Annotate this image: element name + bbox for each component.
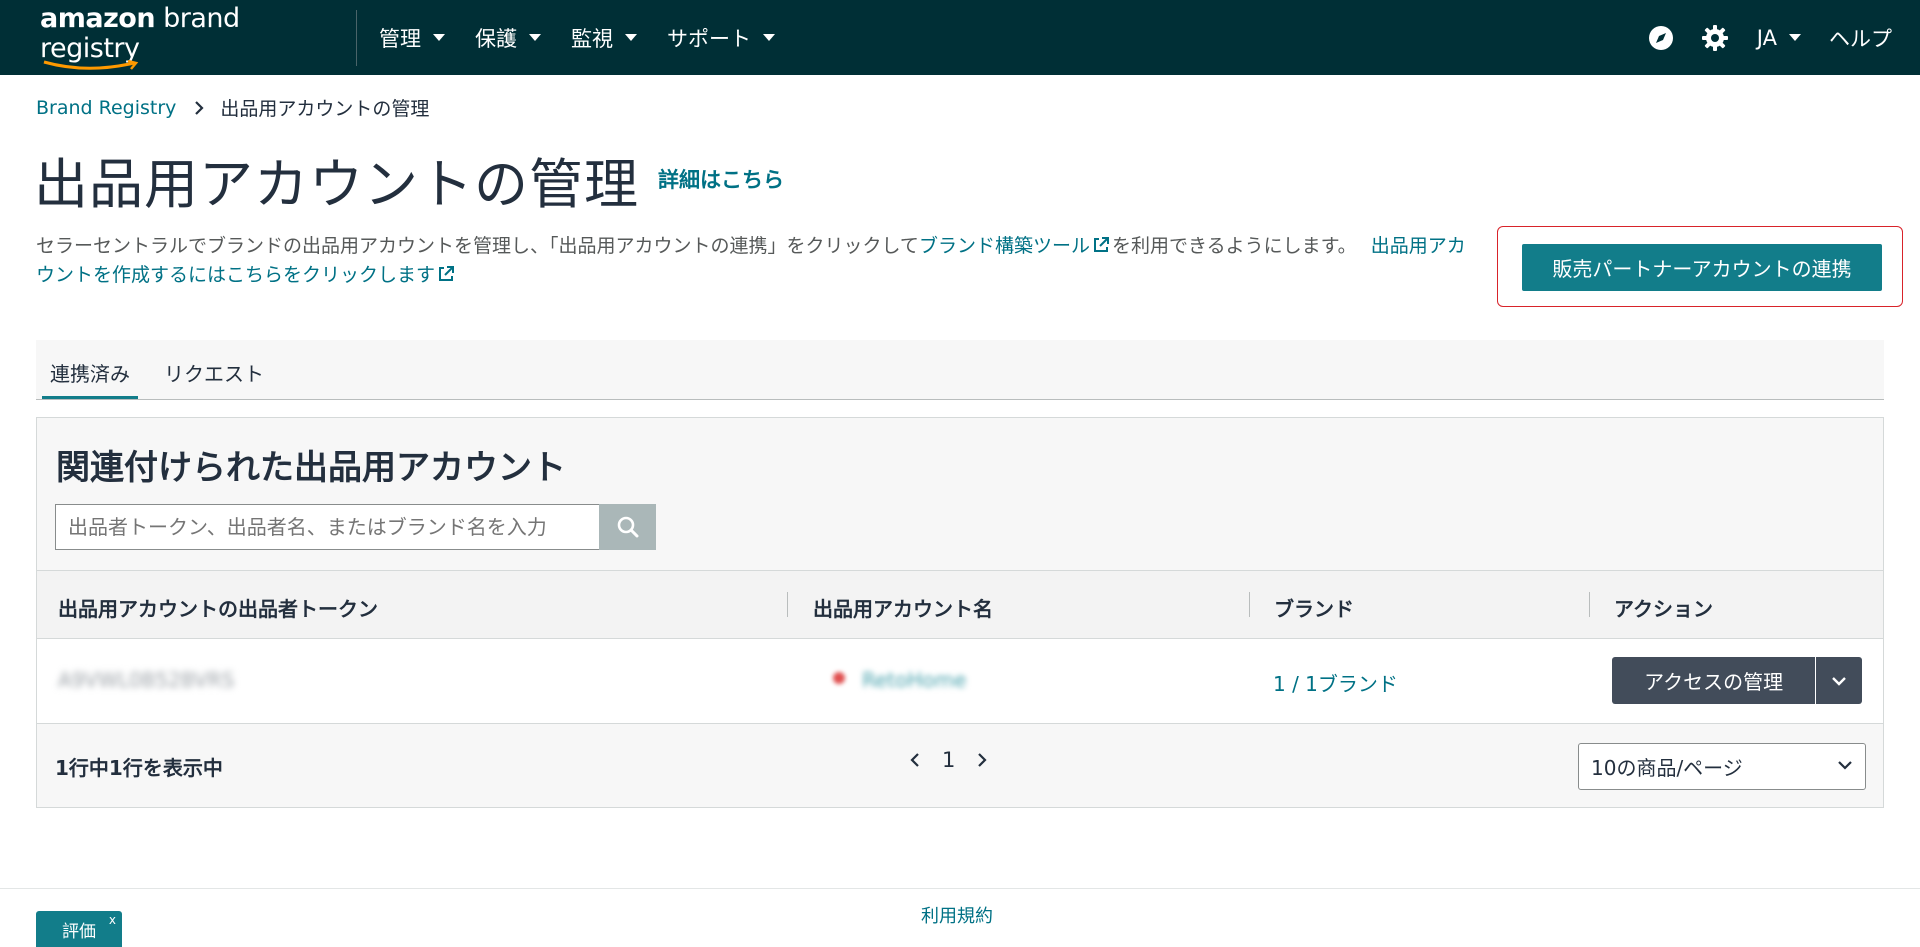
action-dropdown-button[interactable] xyxy=(1816,657,1862,704)
search-icon xyxy=(617,516,638,538)
tab-requests[interactable]: リクエスト xyxy=(156,358,272,399)
help-link[interactable]: ヘルプ xyxy=(1829,23,1892,53)
brands-link[interactable]: 1 / 1ブランド xyxy=(1273,668,1398,697)
previous-page-button[interactable] xyxy=(910,752,920,768)
language-label: JA xyxy=(1756,25,1777,50)
breadcrumb-current: 出品用アカウントの管理 xyxy=(220,98,430,120)
link-partner-account-button[interactable]: 販売パートナーアカウントの連携 xyxy=(1522,244,1882,291)
learn-more-link[interactable]: 詳細はこちら xyxy=(658,164,784,194)
description-text-1: セラーセントラルでブランドの出品用アカウントを管理し、「出品用アカウントの連携」… xyxy=(36,235,919,257)
menu-protect-label: 保護 xyxy=(475,26,517,51)
current-page[interactable]: 1 xyxy=(942,748,955,772)
feedback-label: 評価 xyxy=(62,921,96,942)
chevron-right-icon xyxy=(978,753,987,767)
external-link-icon xyxy=(439,266,455,281)
panel-title: 関連付けられた出品用アカウント xyxy=(56,448,566,488)
menu-monitor[interactable]: 監視 xyxy=(571,23,637,53)
tab-linked[interactable]: 連携済み xyxy=(42,358,138,399)
compass-icon[interactable] xyxy=(1647,24,1675,52)
external-link-icon xyxy=(1093,237,1109,252)
column-divider xyxy=(787,592,788,617)
row-count: 1行中1行を表示中 xyxy=(55,756,223,780)
language-selector[interactable]: JA xyxy=(1757,26,1801,50)
footer-divider xyxy=(0,888,1920,889)
chevron-left-icon xyxy=(910,753,919,767)
brand-registry-logo[interactable]: amazon brand registry xyxy=(40,2,320,72)
description-text-2: を利用できるようにします。 xyxy=(1111,235,1357,257)
tab-bar: 連携済み リクエスト xyxy=(36,340,1884,400)
search-input[interactable] xyxy=(55,504,599,550)
menu-support[interactable]: サポート xyxy=(667,23,775,53)
breadcrumb-brand-registry[interactable]: Brand Registry xyxy=(36,97,176,119)
column-divider xyxy=(1249,592,1250,617)
manage-access-button[interactable]: アクセスの管理 xyxy=(1612,657,1816,704)
chevron-down-icon xyxy=(625,34,637,41)
nav-right: JA ヘルプ xyxy=(1621,23,1892,53)
manage-access-split-button: アクセスの管理 xyxy=(1612,657,1862,704)
highlight-box: 販売パートナーアカウントの連携 xyxy=(1497,226,1903,307)
linked-accounts-panel: 関連付けられた出品用アカウント 出品用アカウントの出品者トークン 出品用アカウン… xyxy=(36,417,1884,808)
column-header-token: 出品用アカウントの出品者トークン xyxy=(58,597,378,621)
chevron-down-icon xyxy=(433,34,445,41)
gear-icon[interactable] xyxy=(1701,24,1729,52)
page-title: 出品用アカウントの管理 xyxy=(34,153,639,216)
page-description: セラーセントラルでブランドの出品用アカウントを管理し、「出品用アカウントの連携」… xyxy=(36,232,1466,290)
chevron-down-icon xyxy=(1832,676,1846,686)
menu-support-label: サポート xyxy=(667,26,751,51)
status-dot xyxy=(833,672,845,684)
column-header-action: アクション xyxy=(1614,597,1713,621)
page-size-select[interactable]: 10の商品/ページ xyxy=(1578,743,1866,790)
chevron-down-icon xyxy=(1838,761,1852,770)
chevron-down-icon xyxy=(1789,34,1801,41)
column-divider xyxy=(1589,592,1590,617)
feedback-button[interactable]: 評価 x xyxy=(36,911,122,947)
pagination: 1 xyxy=(910,748,987,772)
chevron-down-icon xyxy=(529,34,541,41)
menu-manage[interactable]: 管理 xyxy=(379,23,445,53)
logo-prefix: amazon xyxy=(40,2,156,34)
chevron-down-icon xyxy=(763,34,775,41)
chevron-right-icon xyxy=(195,100,204,115)
breadcrumb: Brand Registry 出品用アカウントの管理 xyxy=(36,94,429,121)
top-nav: amazon brand registry 管理 保護 監視 サポート JA ヘ… xyxy=(0,0,1920,75)
nav-divider xyxy=(356,9,357,66)
menu-monitor-label: 監視 xyxy=(571,26,613,51)
menu-manage-label: 管理 xyxy=(379,26,421,51)
brand-tools-link-label: ブランド構築ツール xyxy=(918,235,1090,257)
seller-token-cell: A9VWL0B52BVRS xyxy=(58,668,235,692)
main-menu: 管理 保護 監視 サポート xyxy=(379,23,805,53)
table-footer: 1行中1行を表示中 1 10の商品/ページ xyxy=(37,724,1883,808)
account-name-link[interactable]: RetoHome xyxy=(862,668,966,692)
page-size-value: 10の商品/ページ xyxy=(1591,756,1743,780)
table-row: A9VWL0B52BVRS RetoHome 1 / 1ブランド アクセスの管理 xyxy=(37,639,1883,724)
brand-tools-link[interactable]: ブランド構築ツール xyxy=(919,235,1112,257)
menu-protect[interactable]: 保護 xyxy=(475,23,541,53)
column-header-brand: ブランド xyxy=(1274,597,1354,621)
search-button[interactable] xyxy=(599,504,656,550)
column-header-account-name: 出品用アカウント名 xyxy=(813,597,993,621)
close-icon[interactable]: x xyxy=(109,913,116,927)
next-page-button[interactable] xyxy=(977,752,987,768)
amazon-smile-icon xyxy=(43,59,139,70)
table-header: 出品用アカウントの出品者トークン 出品用アカウント名 ブランド アクション xyxy=(37,570,1883,639)
terms-link[interactable]: 利用規約 xyxy=(921,902,993,928)
